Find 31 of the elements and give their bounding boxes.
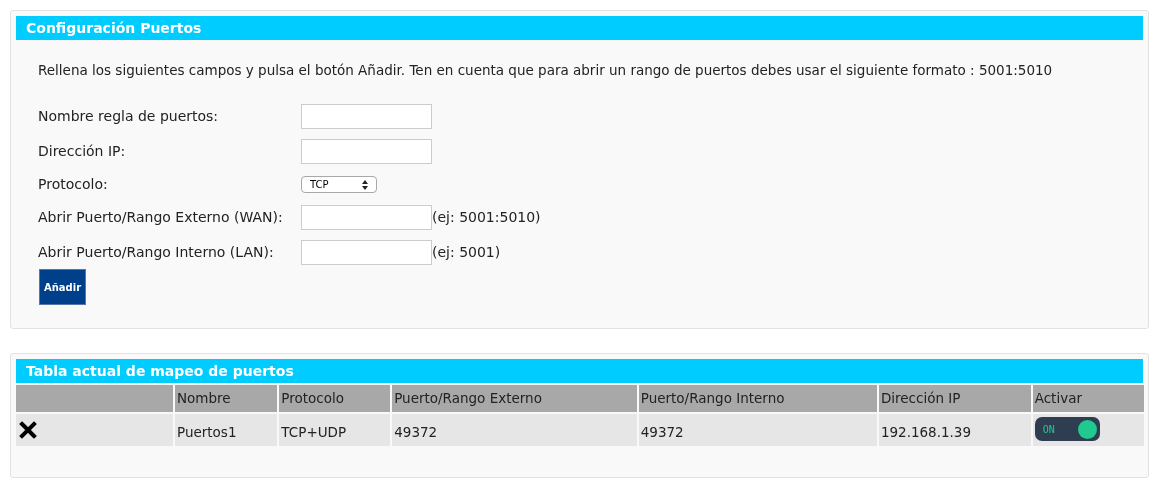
instructions-text: Rellena los siguientes campos y pulsa el botón Añadir. Ten en cuenta que para abrir un rango de puertos debes usar el siguiente formato : 5001:5010	[38, 61, 1054, 80]
table-cell: 49372	[638, 414, 877, 446]
delete-icon[interactable]	[19, 421, 37, 439]
input-field[interactable]	[301, 139, 432, 165]
header-cell: Puerto/Rango Externo	[392, 385, 637, 412]
input-field[interactable]	[301, 205, 432, 231]
field-label: Dirección IP:	[38, 142, 127, 162]
field-label: Nombre regla de puertos:	[38, 107, 220, 127]
toggle-knob	[1077, 419, 1097, 439]
field-label: Protocolo:	[38, 175, 109, 195]
field-label: Abrir Puerto/Rango Interno (LAN):	[38, 243, 275, 263]
table-cell: Puertos1	[175, 414, 278, 446]
toggle-switch[interactable]: ON	[1034, 417, 1100, 441]
field-label: Abrir Puerto/Rango Externo (WAN):	[38, 208, 284, 228]
table-cell: 192.168.1.39	[878, 414, 1031, 446]
header-cell: Puerto/Rango Interno	[638, 385, 877, 412]
input-field[interactable]	[301, 104, 432, 130]
table-cell: 49372	[392, 414, 637, 446]
header-cell: Activar	[1032, 385, 1144, 412]
header-cell: Dirección IP	[878, 385, 1031, 412]
field-hint: (ej: 5001:5010)	[432, 208, 541, 228]
updown-icon	[362, 179, 368, 190]
field-hint: (ej: 5001)	[432, 243, 501, 263]
protocol-select[interactable]: TCP	[301, 176, 377, 194]
header-cell: Protocolo	[279, 385, 391, 412]
add-button[interactable]: Añadir	[39, 269, 86, 306]
panel-header: Tabla actual de mapeo de puertos	[16, 359, 1143, 383]
input-field[interactable]	[301, 240, 432, 266]
panel-header: Configuración Puertos	[16, 16, 1143, 40]
table-cell: TCP+UDP	[279, 414, 391, 446]
header-cell: Nombre	[175, 385, 278, 412]
